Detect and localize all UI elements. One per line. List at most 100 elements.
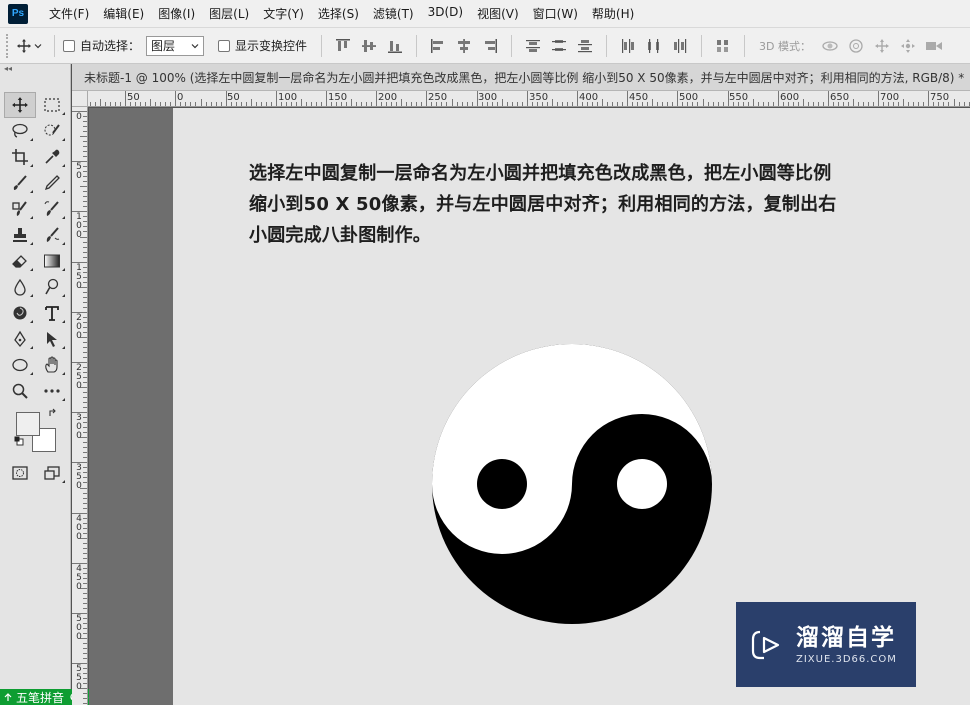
swap-colors-icon[interactable]: [48, 408, 58, 418]
distribute-horizontal-centers-button[interactable]: [641, 35, 667, 57]
menu-item[interactable]: 图层(L): [202, 5, 256, 22]
ruler-origin[interactable]: [72, 91, 88, 107]
quick-selection-tool[interactable]: [36, 118, 68, 144]
ruler-tick: [83, 156, 87, 157]
distribute-top-icon: [526, 39, 541, 52]
play-logo-icon: [751, 630, 780, 659]
distribute-left-edges-button[interactable]: [615, 35, 641, 57]
distribute-vertical-centers-button[interactable]: [546, 35, 572, 57]
auto-align-layers-button[interactable]: [710, 35, 736, 57]
ruler-tick: [672, 102, 673, 106]
stamp-tool[interactable]: [4, 222, 36, 248]
ruler-tick: [507, 102, 508, 106]
align-vertical-centers-button[interactable]: [356, 35, 382, 57]
screen-mode-button[interactable]: [36, 460, 68, 486]
rotate-3d-button[interactable]: [817, 35, 843, 57]
distribute-top-edges-button[interactable]: [520, 35, 546, 57]
scale-3d-button[interactable]: [921, 35, 947, 57]
ruler-label: 200: [76, 313, 82, 341]
auto-select-target-dropdown[interactable]: 图层: [146, 35, 205, 56]
distribute-bottom-edges-button[interactable]: [572, 35, 598, 57]
slide-3d-button[interactable]: [895, 35, 921, 57]
art-history-brush-tool[interactable]: [36, 222, 68, 248]
collapse-panel-button[interactable]: ◂◂: [0, 64, 70, 74]
ruler-tick: [622, 102, 623, 106]
brush-tool[interactable]: [36, 170, 68, 196]
marquee-tool[interactable]: [36, 92, 68, 118]
hand-tool[interactable]: [36, 352, 68, 378]
menu-item[interactable]: 文字(Y): [256, 5, 311, 22]
default-colors-icon[interactable]: [14, 436, 24, 446]
ruler-tick: [83, 307, 87, 308]
menu-items: 文件(F) 编辑(E) 图像(I) 图层(L) 文字(Y) 选择(S) 滤镜(T) 3D(D)…: [42, 5, 641, 22]
align-hcenter-icon: [458, 38, 471, 53]
ruler-tick: [316, 102, 317, 106]
menu-item[interactable]: 帮助(H): [585, 5, 641, 22]
taiji-yin-yang-symbol[interactable]: [432, 344, 712, 624]
foreground-color-swatch[interactable]: [16, 412, 40, 436]
path-selection-tool[interactable]: [36, 326, 68, 352]
distribute-right-edges-button[interactable]: [667, 35, 693, 57]
auto-select-checkbox[interactable]: [63, 39, 75, 52]
ruler-tick: [120, 102, 121, 106]
ruler-tick: [421, 102, 422, 106]
menu-item[interactable]: 滤镜(T): [366, 5, 421, 22]
ruler-tick: [527, 91, 528, 106]
shape-tool[interactable]: [4, 352, 36, 378]
ruler-tick: [83, 352, 87, 353]
ruler-label: 500: [76, 614, 82, 642]
align-horizontal-centers-button[interactable]: [451, 35, 477, 57]
edit-toolbar-button[interactable]: [36, 378, 68, 404]
quick-mask-button[interactable]: [4, 460, 36, 486]
ruler-tick: [913, 102, 914, 106]
history-brush-tool[interactable]: [36, 196, 68, 222]
menu-item[interactable]: 选择(S): [311, 5, 366, 22]
align-left-edges-button[interactable]: [425, 35, 451, 57]
menu-item[interactable]: 3D(D): [421, 5, 470, 22]
align-top-edges-button[interactable]: [330, 35, 356, 57]
align-right-edges-button[interactable]: [477, 35, 503, 57]
blur-tool[interactable]: [4, 274, 36, 300]
horizontal-ruler[interactable]: 50 0 50 100 150 200 250 300 350 400 450 500 550 600 65…: [88, 91, 970, 107]
ruler-tick: [83, 503, 87, 504]
ruler-tick: [512, 102, 513, 106]
menu-item[interactable]: 文件(F): [42, 5, 96, 22]
spot-healing-brush-tool[interactable]: [4, 170, 36, 196]
move-tool[interactable]: [4, 92, 36, 118]
show-transform-checkbox[interactable]: [218, 39, 231, 52]
align-bottom-edges-button[interactable]: [382, 35, 408, 57]
vertical-ruler[interactable]: 0 50 100 150 200 250 300 350 400 450 500 550: [72, 107, 88, 705]
dodge-tool[interactable]: [36, 274, 68, 300]
distribute-hcenter-icon: [648, 38, 660, 53]
menu-item[interactable]: 视图(V): [470, 5, 526, 22]
ruler-tick: [818, 102, 819, 106]
ruler-tick: [221, 102, 222, 106]
ruler-tick: [83, 191, 87, 192]
pen-tool[interactable]: [4, 300, 36, 326]
menu-item[interactable]: 图像(I): [151, 5, 202, 22]
ruler-tick: [195, 102, 196, 106]
path-pen-tool[interactable]: [4, 326, 36, 352]
ruler-tick: [662, 102, 663, 106]
document-tab[interactable]: 未标题-1 @ 100% (选择左中圆复制一层命名为左小圆并把填充色改成黑色，把…: [72, 64, 970, 91]
ruler-tick: [160, 102, 161, 106]
clone-stamp-tool[interactable]: [4, 196, 36, 222]
roll-3d-button[interactable]: [843, 35, 869, 57]
move-tool-preset-picker[interactable]: [12, 34, 46, 58]
eraser-tool[interactable]: [4, 248, 36, 274]
type-tool[interactable]: [36, 300, 68, 326]
drag-3d-button[interactable]: [869, 35, 895, 57]
lasso-tool[interactable]: [4, 118, 36, 144]
crop-tool[interactable]: [4, 144, 36, 170]
ruler-tick: [652, 99, 653, 106]
ruler-tick: [83, 317, 87, 318]
menu-item[interactable]: 窗口(W): [526, 5, 585, 22]
zoom-tool[interactable]: [4, 378, 36, 404]
ruler-tick: [462, 102, 463, 106]
hand-icon: [45, 356, 58, 373]
menu-item[interactable]: 编辑(E): [96, 5, 151, 22]
ruler-label: 100: [76, 212, 82, 240]
gradient-tool[interactable]: [36, 248, 68, 274]
quick-selection-icon: [44, 124, 60, 136]
eyedropper-tool[interactable]: [36, 144, 68, 170]
